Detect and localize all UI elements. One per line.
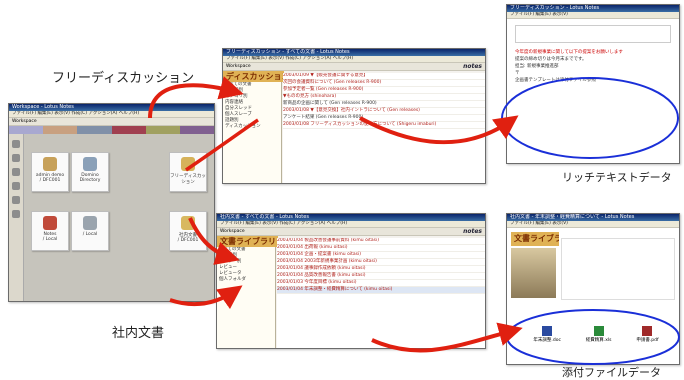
attachment-highlight — [506, 309, 680, 365]
arrow-to-attachment — [371, 322, 523, 353]
arrow-to-richtext — [359, 115, 519, 145]
arrow-label-to-docs — [169, 285, 243, 310]
arrow-from-tile-discussion — [185, 118, 259, 172]
arrow-to-docs — [188, 217, 240, 265]
arrow-to-discussion — [148, 76, 244, 119]
richtext-highlight — [501, 77, 679, 159]
arrows-overlay — [148, 76, 680, 365]
